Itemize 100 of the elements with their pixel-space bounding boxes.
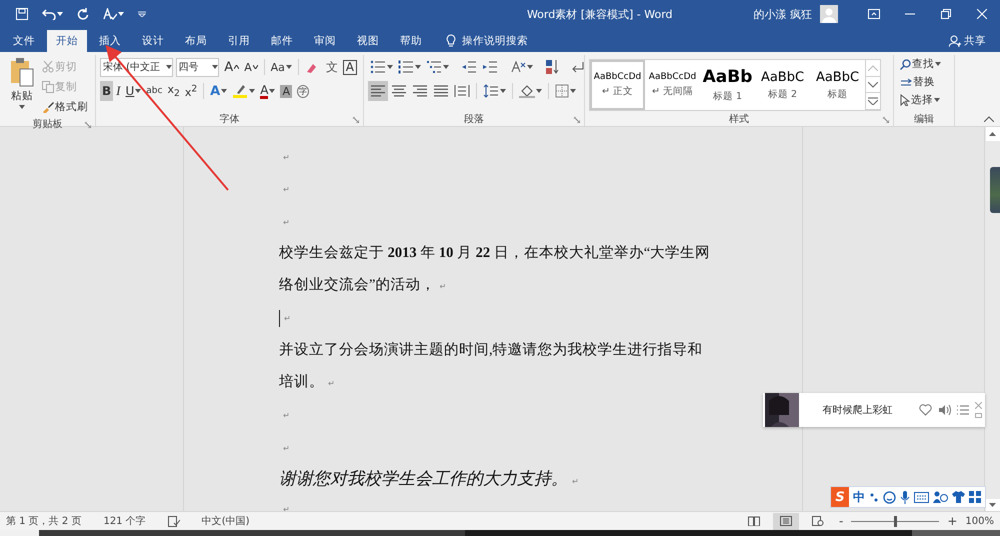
caret-icon [249,89,256,93]
customize-icon [138,11,146,17]
paragraph-mark: ↵ [283,185,290,194]
playlist-button[interactable] [954,405,972,415]
microphone-icon [900,490,910,504]
align-center-icon [391,84,407,98]
effect-button[interactable]: A [208,81,230,101]
replace-button[interactable]: 替换 [898,73,950,91]
scroll-down-button[interactable] [986,499,1000,511]
caret-icon [57,12,63,16]
ribbon-tab[interactable]: 审阅 [305,30,345,52]
caret-icon [269,89,276,93]
zoom-level[interactable]: 100% [965,516,994,526]
group-label: 剪贴板 [32,118,62,131]
page-count[interactable]: 第 1 页，共 2 页 [6,514,82,528]
phonetic-button[interactable]: 文 [324,57,340,77]
caret-up-icon [989,132,996,136]
dialog-launcher-icon[interactable] [574,117,580,123]
search-icon [900,58,911,70]
ribbon-tab[interactable]: 布局 [176,30,216,52]
caret-up-icon [234,65,240,69]
globe-page-icon [812,516,824,526]
keyboard-icon [914,492,929,502]
ribbon-display-icon [868,9,880,19]
zoom-out-button[interactable]: - [837,514,846,528]
italic-button[interactable]: I [114,81,122,101]
dialog-launcher-icon[interactable] [883,117,889,123]
line-spacing-icon [483,84,499,98]
style-item[interactable]: AaBbCcDd ↵ 正文 [590,60,645,110]
find-button[interactable]: 查找 [898,55,950,73]
restore-icon [941,9,951,19]
ribbon-tab[interactable]: 文件 [4,30,44,52]
speaker-icon [938,404,951,416]
ribbon-tab[interactable]: 插入 [90,30,130,52]
brush-button[interactable]: 格式刷 [40,97,90,117]
shaded-button[interactable]: A [278,81,294,101]
language[interactable]: 中文(中国) [202,514,250,528]
group-label: 段落 [464,112,484,126]
dialog-launcher-icon[interactable] [85,122,91,128]
input-mode-button[interactable]: 中 [853,488,865,506]
vertical-scrollbar[interactable] [984,127,1000,511]
paragraph-mark: ↵ [283,218,290,227]
collapse-ribbon-icon[interactable] [984,116,994,122]
justify-icon [433,84,449,98]
multilevel-list-icon [426,60,442,74]
window-title: Word素材 [兼容模式] - Word [526,6,674,22]
caret-icon [387,65,393,69]
bullet-list-icon [370,60,386,74]
paintbrush-icon [42,101,54,113]
expand-icon [868,97,878,106]
style-name: 标题 2 [768,88,798,100]
font-size-field[interactable]: 四号 [176,58,220,76]
case-button[interactable]: Aa [268,57,294,77]
bold-button[interactable]: B [100,81,114,101]
ribbon-tab[interactable]: 开始 [47,30,87,52]
align-left-icon [370,84,386,98]
print-view-button[interactable] [773,512,799,530]
caret-down-icon [989,503,996,507]
style-name: ↵ 正文 [602,85,633,98]
shrink-button[interactable]: A [242,57,260,77]
ribbon-tab[interactable]: 帮助 [391,30,431,52]
paragraph-mark: ↵ [283,411,290,420]
share-button[interactable]: 共享 [943,30,992,52]
ribbon-tab[interactable]: 引用 [219,30,259,52]
zoom-in-button[interactable]: + [945,514,960,528]
person-icon [949,35,961,47]
boxed-button[interactable]: A [340,57,360,77]
paste-button[interactable]: 粘贴 [4,55,40,117]
paragraph-text: 并设立了分会场演讲主题的时间,特邀请您为我校学生进行指导和培训。 ↵ [279,340,704,392]
align-left-button[interactable] [368,81,388,101]
ribbon-tab[interactable]: 设计 [133,30,173,52]
lightbulb-icon [446,34,456,48]
caret-icon [166,65,172,69]
grow-button[interactable]: A [222,57,242,77]
caret-icon [118,12,124,16]
word-count[interactable]: 121 个字 [103,514,146,528]
enclose-button[interactable]: 字 [294,81,311,101]
decrease-indent-icon [461,60,477,74]
sort-button[interactable] [543,57,561,77]
color-button[interactable]: A [258,81,278,101]
borders-icon [555,84,569,98]
style-preview: AaBbC [760,70,804,84]
style-preview: AaBbCcDd [648,72,696,82]
undo-icon [42,8,56,20]
emoji-icon [883,490,896,504]
sort-icon [545,59,559,75]
dialog-launcher-icon[interactable] [353,117,359,123]
ribbon-tab[interactable]: 视图 [348,30,388,52]
font-name-field[interactable]: 宋体 (中文正 [100,58,173,76]
ribbon-tab[interactable]: 邮件 [262,30,302,52]
zoom-thumb[interactable] [894,516,898,526]
scroll-up-button[interactable] [986,127,1000,141]
shirt-icon [952,491,965,503]
tell-me-search[interactable]: 操作说明搜索 [440,30,534,52]
underline-button[interactable]: U [124,81,144,101]
select-button[interactable]: 选择 [898,91,950,109]
proofing-icon [168,516,180,526]
script-button[interactable]: x$^{2}$ [182,81,200,101]
strike-button[interactable]: abc [144,81,164,101]
script-button[interactable]: x$_{2}$ [165,81,182,101]
